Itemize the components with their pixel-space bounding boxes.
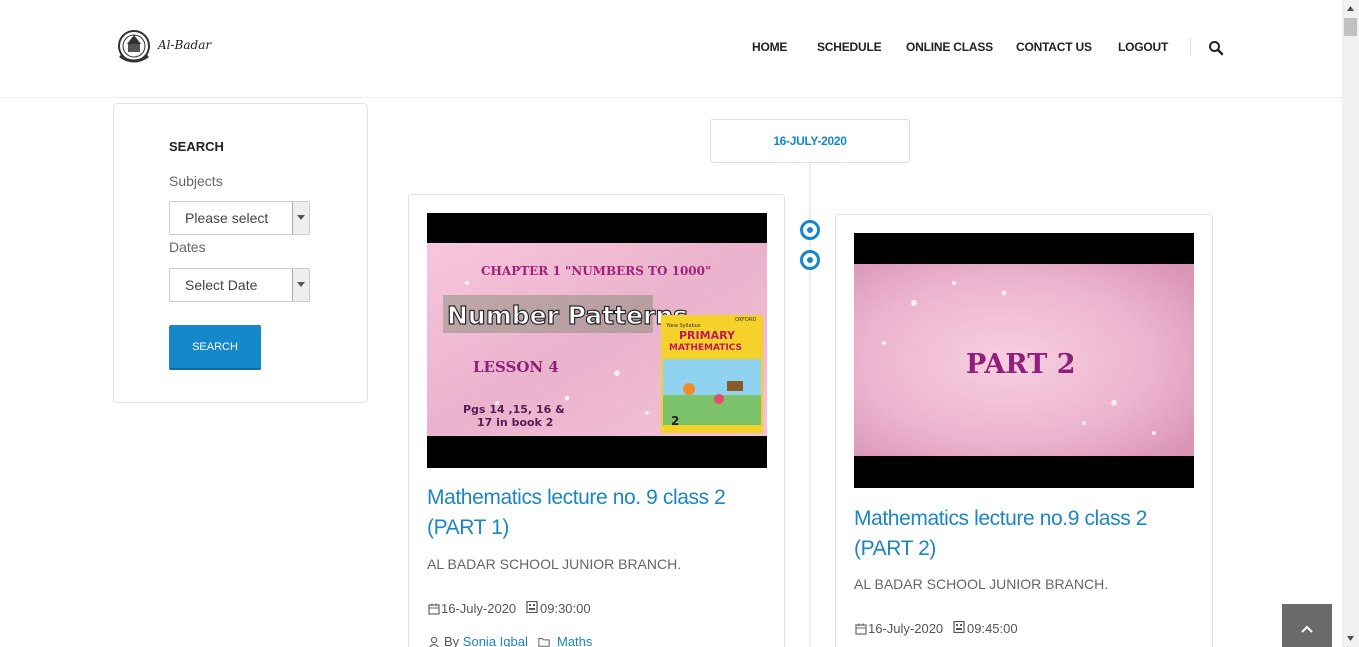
lecture-time: 09:30:00 [540, 601, 591, 616]
video-thumbnail-image: PART 2 [854, 233, 1194, 488]
nav-contact-us[interactable]: CONTACT US [1016, 40, 1092, 54]
nav-logout[interactable]: LOGOUT [1118, 40, 1168, 54]
lecture-category: Maths [557, 634, 592, 647]
nav-divider [1190, 38, 1191, 56]
timeline-date-badge: 16-JULY-2020 [710, 119, 910, 163]
chevron-up-icon [1301, 625, 1313, 633]
lecture-video-thumbnail[interactable]: CHAPTER 1 "NUMBERS TO 1000" Number Patte… [427, 213, 767, 468]
dates-label: Dates [169, 239, 206, 255]
scrollbar-thumb[interactable] [1344, 18, 1357, 36]
chevron-down-icon [292, 202, 309, 234]
lecture-card: CHAPTER 1 "NUMBERS TO 1000" Number Patte… [408, 194, 785, 647]
brand-name: Al-Badar [158, 38, 212, 52]
timeline-dot-icon [800, 250, 820, 270]
dates-select[interactable]: Select Date [169, 268, 310, 302]
folder-icon [538, 638, 550, 647]
scroll-down-arrow-icon[interactable] [1342, 630, 1359, 647]
thumb-part-text: PART 2 [966, 349, 1076, 380]
subjects-label: Subjects [169, 173, 223, 189]
search-icon[interactable] [1208, 40, 1224, 56]
chevron-down-icon [292, 269, 309, 301]
nav-online-class[interactable]: ONLINE CLASS [906, 40, 993, 54]
book-publisher-text: OXFORD [735, 317, 756, 323]
nav-home[interactable]: HOME [752, 40, 787, 54]
lecture-date: 16-July-2020 [868, 621, 944, 636]
user-icon [429, 636, 439, 647]
book-number-text: 2 [671, 414, 679, 428]
lecture-time: 09:45:00 [967, 621, 1018, 636]
lecture-author: By Sonia Iqbal [444, 634, 528, 647]
search-panel-title: SEARCH [169, 139, 224, 154]
lecture-title-link[interactable]: Mathematics lecture no.9 class 2 (PART 2… [854, 504, 1194, 564]
book-title-line-1: PRIMARY [679, 329, 736, 342]
thumb-pages-line-2: 17 in book 2 [477, 416, 553, 429]
thumb-chapter-text: CHAPTER 1 "NUMBERS TO 1000" [481, 264, 711, 278]
lecture-school: AL BADAR SCHOOL JUNIOR BRANCH. [854, 576, 1109, 592]
clock-icon [953, 621, 965, 633]
search-button[interactable]: SEARCH [169, 325, 261, 370]
page: Al-Badar HOME SCHEDULE ONLINE CLASS CONT… [0, 0, 1359, 647]
site-header: Al-Badar HOME SCHEDULE ONLINE CLASS CONT… [0, 0, 1342, 98]
scroll-up-arrow-icon[interactable] [1342, 0, 1359, 17]
author-link[interactable]: Sonia Iqbal [463, 634, 528, 647]
back-to-top-button[interactable] [1282, 604, 1332, 647]
book-title-line-2: MATHEMATICS [669, 343, 742, 353]
site-logo[interactable]: Al-Badar [114, 26, 214, 68]
thumb-heading-text: Number Patterns [447, 301, 688, 330]
calendar-icon [428, 603, 440, 615]
subjects-select[interactable]: Please select [169, 201, 310, 235]
video-thumbnail-image: CHAPTER 1 "NUMBERS TO 1000" Number Patte… [427, 213, 767, 468]
dates-select-value: Select Date [185, 277, 258, 293]
page-scrollbar[interactable] [1342, 0, 1359, 647]
category-link[interactable]: Maths [557, 634, 592, 647]
subjects-select-value: Please select [185, 210, 269, 226]
school-crest-icon [118, 30, 150, 63]
lecture-card: PART 2 Mathematics lecture no.9 class 2 … [835, 214, 1213, 647]
thumb-pages-line-1: Pgs 14 ,15, 16 & [463, 403, 565, 416]
timeline-dot-icon [800, 220, 820, 240]
lecture-school: AL BADAR SCHOOL JUNIOR BRANCH. [427, 556, 682, 572]
lecture-title-link[interactable]: Mathematics lecture no. 9 class 2 (PART … [427, 483, 767, 543]
lecture-video-thumbnail[interactable]: PART 2 [854, 233, 1194, 488]
thumb-lesson-text: LESSON 4 [473, 358, 559, 376]
clock-icon [526, 601, 538, 613]
nav-schedule[interactable]: SCHEDULE [817, 40, 882, 54]
lecture-date: 16-July-2020 [441, 601, 517, 616]
search-panel: SEARCH Subjects Please select Dates Sele… [113, 103, 368, 403]
calendar-icon [855, 623, 867, 635]
by-label: By [444, 634, 460, 647]
